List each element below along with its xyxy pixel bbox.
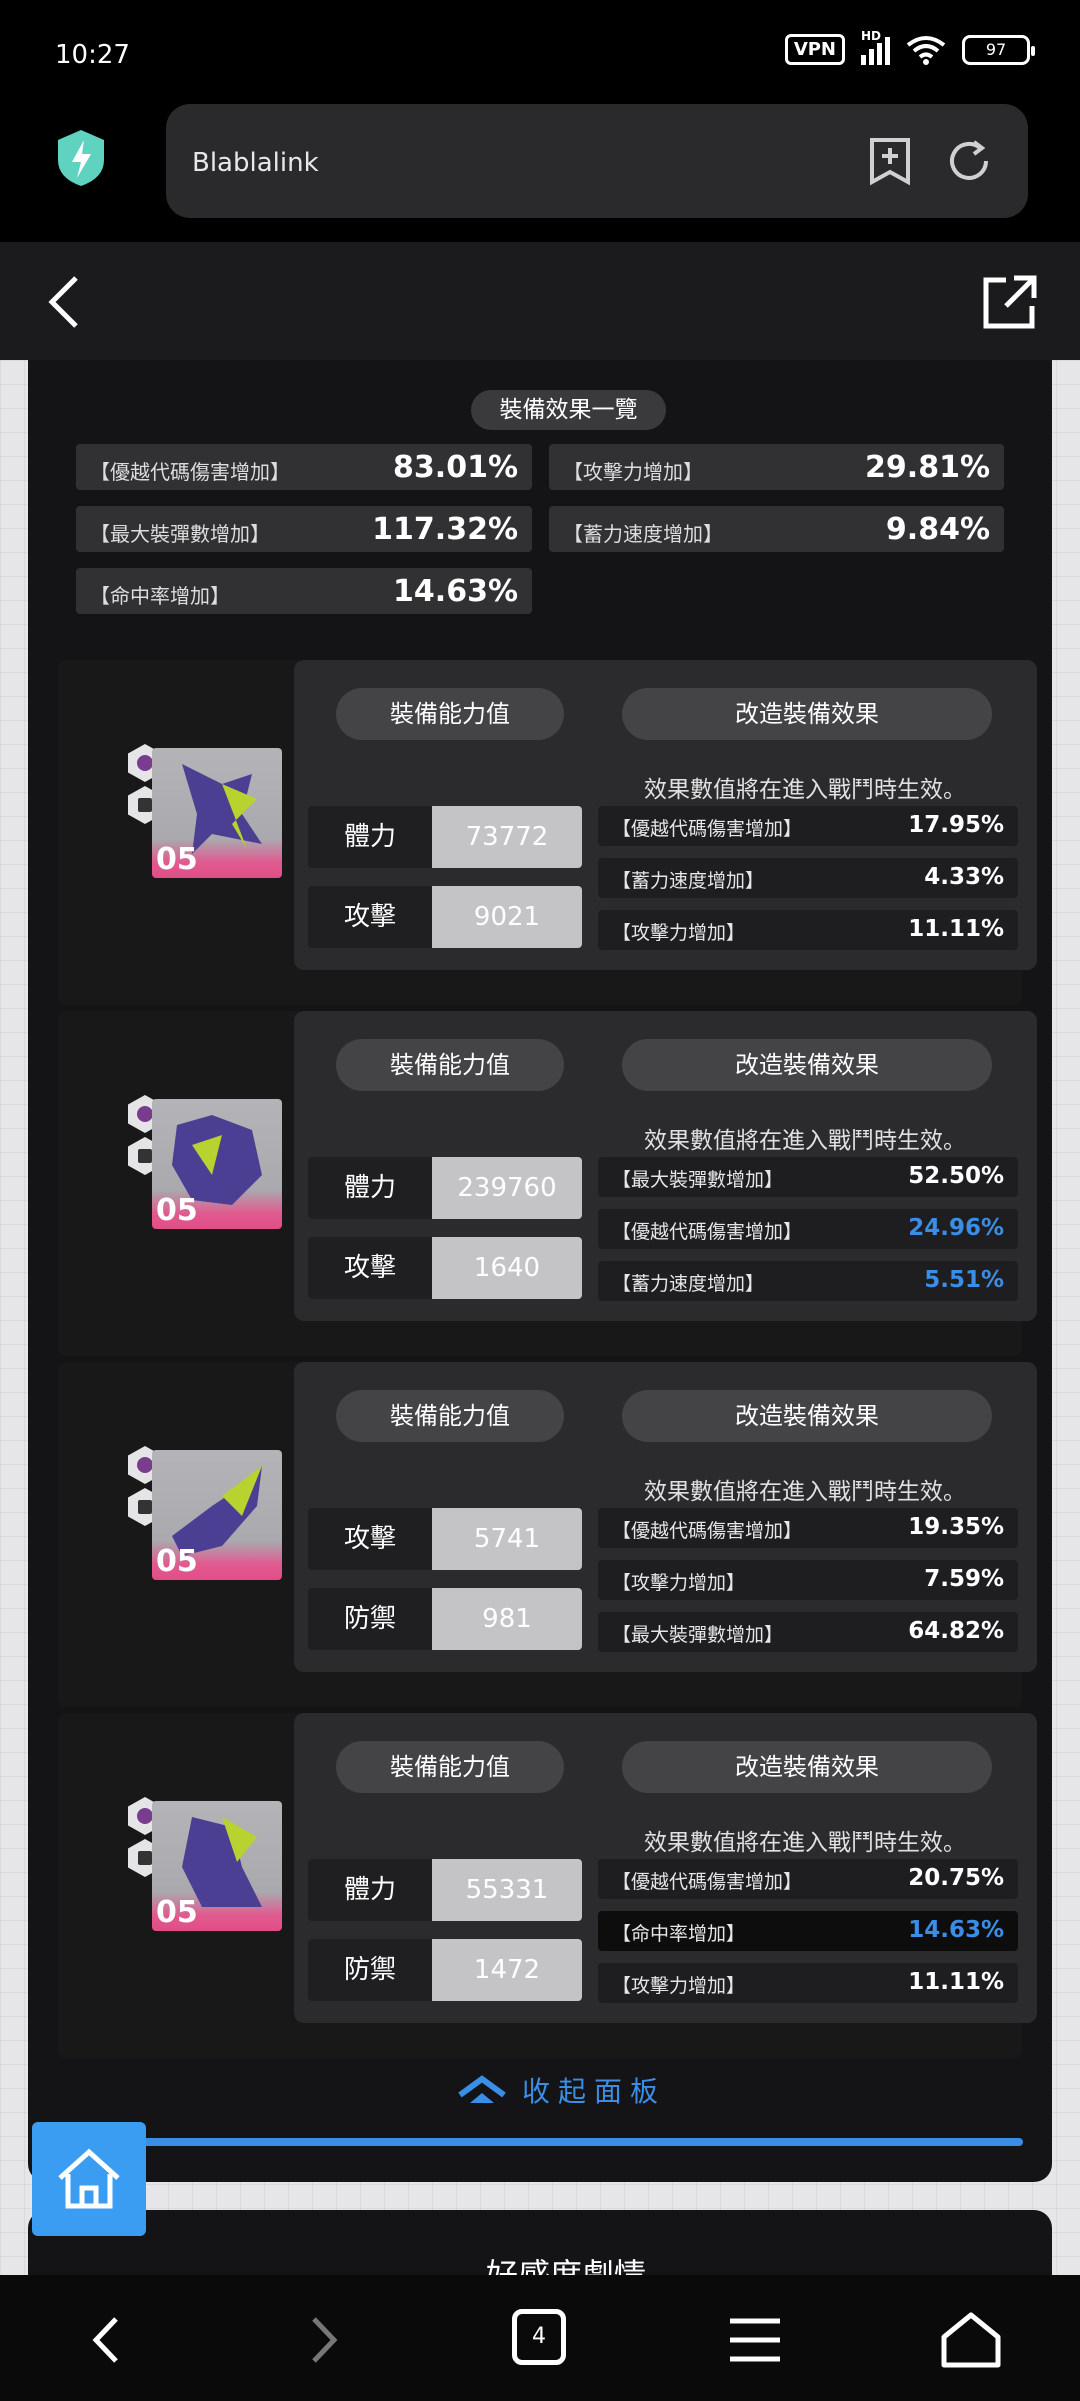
stat-label: 體力 [308, 1859, 432, 1921]
effect-row: 【蓄力速度增加】 5.51% [598, 1261, 1018, 1301]
home-nav-icon[interactable] [936, 2305, 1006, 2375]
back-icon[interactable] [72, 2305, 142, 2375]
effect-row: 【攻擊力增加】 11.11% [598, 910, 1018, 950]
summary-title: 裝備效果一覽 [471, 390, 666, 430]
effect-note: 效果數值將在進入戰鬥時生效。 [644, 1479, 966, 1505]
shield-bolt-icon[interactable] [54, 128, 108, 188]
effect-header: 改造裝備效果 [622, 1741, 992, 1793]
effect-note: 效果數值將在進入戰鬥時生效。 [644, 777, 966, 803]
effect-header: 改造裝備效果 [622, 1390, 992, 1442]
forward-icon[interactable] [288, 2305, 358, 2375]
summary-item: 【攻擊力增加】 29.81% [549, 444, 1004, 490]
equipment-row: 05 裝備能力值 改造裝備效果 效果數值將在進入戰鬥時生效。 體力 55331 … [58, 1713, 1037, 2058]
summary-item: 【蓄力速度增加】 9.84% [549, 506, 1004, 552]
equipment-level: 05 [156, 1895, 198, 1930]
tabs-button[interactable]: 4 [512, 2309, 566, 2365]
stat-value: 981 [432, 1588, 582, 1650]
stat-label: 防禦 [308, 1588, 432, 1650]
home-button[interactable] [32, 2122, 146, 2236]
effect-header: 改造裝備效果 [622, 688, 992, 740]
stat-value: 5741 [432, 1508, 582, 1570]
status-time: 10:27 [55, 40, 130, 70]
equipment-row: 05 裝備能力值 改造裝備效果 效果數值將在進入戰鬥時生效。 體力 239760… [58, 1011, 1037, 1356]
effect-row: 【攻擊力增加】 11.11% [598, 1963, 1018, 2003]
effect-note: 效果數值將在進入戰鬥時生效。 [644, 1128, 966, 1154]
collapse-label: 收起面板 [522, 2075, 667, 2108]
effect-row: 【優越代碼傷害增加】 19.35% [598, 1508, 1018, 1548]
chevron-up-icon [458, 2075, 506, 2103]
battery-icon: 97 [962, 34, 1035, 65]
home-icon [58, 2148, 120, 2209]
stat-label: 攻擊 [308, 886, 432, 948]
equipment-card: 裝備能力值 改造裝備效果 效果數值將在進入戰鬥時生效。 攻擊 5741 防禦 9… [294, 1362, 1037, 1672]
signal-icon: HD [861, 29, 890, 65]
effect-row: 【最大裝彈數增加】 52.50% [598, 1157, 1018, 1197]
effect-row: 【命中率增加】 14.63% [598, 1911, 1018, 1951]
collapse-panel-button[interactable]: 收起面板 [456, 2070, 666, 2110]
stat-header: 裝備能力值 [336, 1039, 564, 1091]
vpn-badge: VPN [784, 34, 845, 65]
equipment-level: 05 [156, 1544, 198, 1579]
accent-divider [128, 2138, 1023, 2146]
stat-value: 73772 [432, 806, 582, 868]
content-area: 裝備效果一覽 【優越代碼傷害增加】 83.01% 【攻擊力增加】 29.81% 【最… [0, 360, 1080, 2275]
stat-value: 239760 [432, 1157, 582, 1219]
stat-value: 9021 [432, 886, 582, 948]
next-section-title: 好感度劇情 [486, 2256, 647, 2275]
effect-note: 效果數值將在進入戰鬥時生效。 [644, 1830, 966, 1856]
address-bar[interactable]: Blablalink [166, 104, 1028, 218]
effect-row: 【最大裝彈數增加】 64.82% [598, 1612, 1018, 1652]
equipment-card: 裝備能力值 改造裝備效果 效果數值將在進入戰鬥時生效。 體力 239760 攻擊… [294, 1011, 1037, 1321]
equipment-level: 05 [156, 842, 198, 877]
status-icons: VPN HD 97 [784, 29, 1035, 65]
effect-row: 【攻擊力增加】 7.59% [598, 1560, 1018, 1600]
stat-header: 裝備能力值 [336, 1390, 564, 1442]
equipment-card: 裝備能力值 改造裝備效果 效果數值將在進入戰鬥時生效。 體力 55331 防禦 … [294, 1713, 1037, 2023]
browser-bar: Blablalink [0, 100, 1080, 242]
effect-row: 【優越代碼傷害增加】 24.96% [598, 1209, 1018, 1249]
stat-label: 體力 [308, 806, 432, 868]
stat-label: 攻擊 [308, 1508, 432, 1570]
stat-value: 55331 [432, 1859, 582, 1921]
external-link-icon[interactable] [980, 272, 1040, 332]
summary-item: 【優越代碼傷害增加】 83.01% [76, 444, 532, 490]
stat-header: 裝備能力值 [336, 1741, 564, 1793]
effect-row: 【優越代碼傷害增加】 20.75% [598, 1859, 1018, 1899]
equipment-row: 05 裝備能力值 改造裝備效果 效果數值將在進入戰鬥時生效。 攻擊 5741 防… [58, 1362, 1037, 1707]
stat-value: 1472 [432, 1939, 582, 2001]
stat-label: 防禦 [308, 1939, 432, 2001]
summary-item: 【命中率增加】 14.63% [76, 568, 532, 614]
status-bar: 10:27 VPN HD 97 [0, 0, 1080, 100]
page-header [0, 242, 1080, 360]
equipment-row: 05 裝備能力值 改造裝備效果 效果數值將在進入戰鬥時生效。 體力 73772 … [58, 660, 1037, 1005]
wifi-icon [906, 35, 946, 65]
effect-row: 【蓄力速度增加】 4.33% [598, 858, 1018, 898]
summary-item: 【最大裝彈數增加】 117.32% [76, 506, 532, 552]
next-section-panel: 好感度劇情 [28, 2210, 1052, 2275]
effect-row: 【優越代碼傷害增加】 17.95% [598, 806, 1018, 846]
refresh-icon[interactable] [944, 136, 994, 186]
browser-bottom-nav: 4 [0, 2275, 1080, 2401]
stat-value: 1640 [432, 1237, 582, 1299]
equipment-card: 裝備能力值 改造裝備效果 效果數值將在進入戰鬥時生效。 體力 73772 攻擊 … [294, 660, 1037, 970]
back-arrow-icon[interactable] [40, 272, 90, 332]
equipment-panel: 裝備效果一覽 【優越代碼傷害增加】 83.01% 【攻擊力增加】 29.81% 【最… [28, 360, 1052, 2182]
stat-label: 攻擊 [308, 1237, 432, 1299]
bookmark-add-icon[interactable] [866, 136, 914, 186]
effect-header: 改造裝備效果 [622, 1039, 992, 1091]
menu-icon[interactable] [720, 2305, 790, 2375]
stat-header: 裝備能力值 [336, 688, 564, 740]
equipment-level: 05 [156, 1193, 198, 1228]
stat-label: 體力 [308, 1157, 432, 1219]
url-text: Blablalink [192, 148, 319, 178]
